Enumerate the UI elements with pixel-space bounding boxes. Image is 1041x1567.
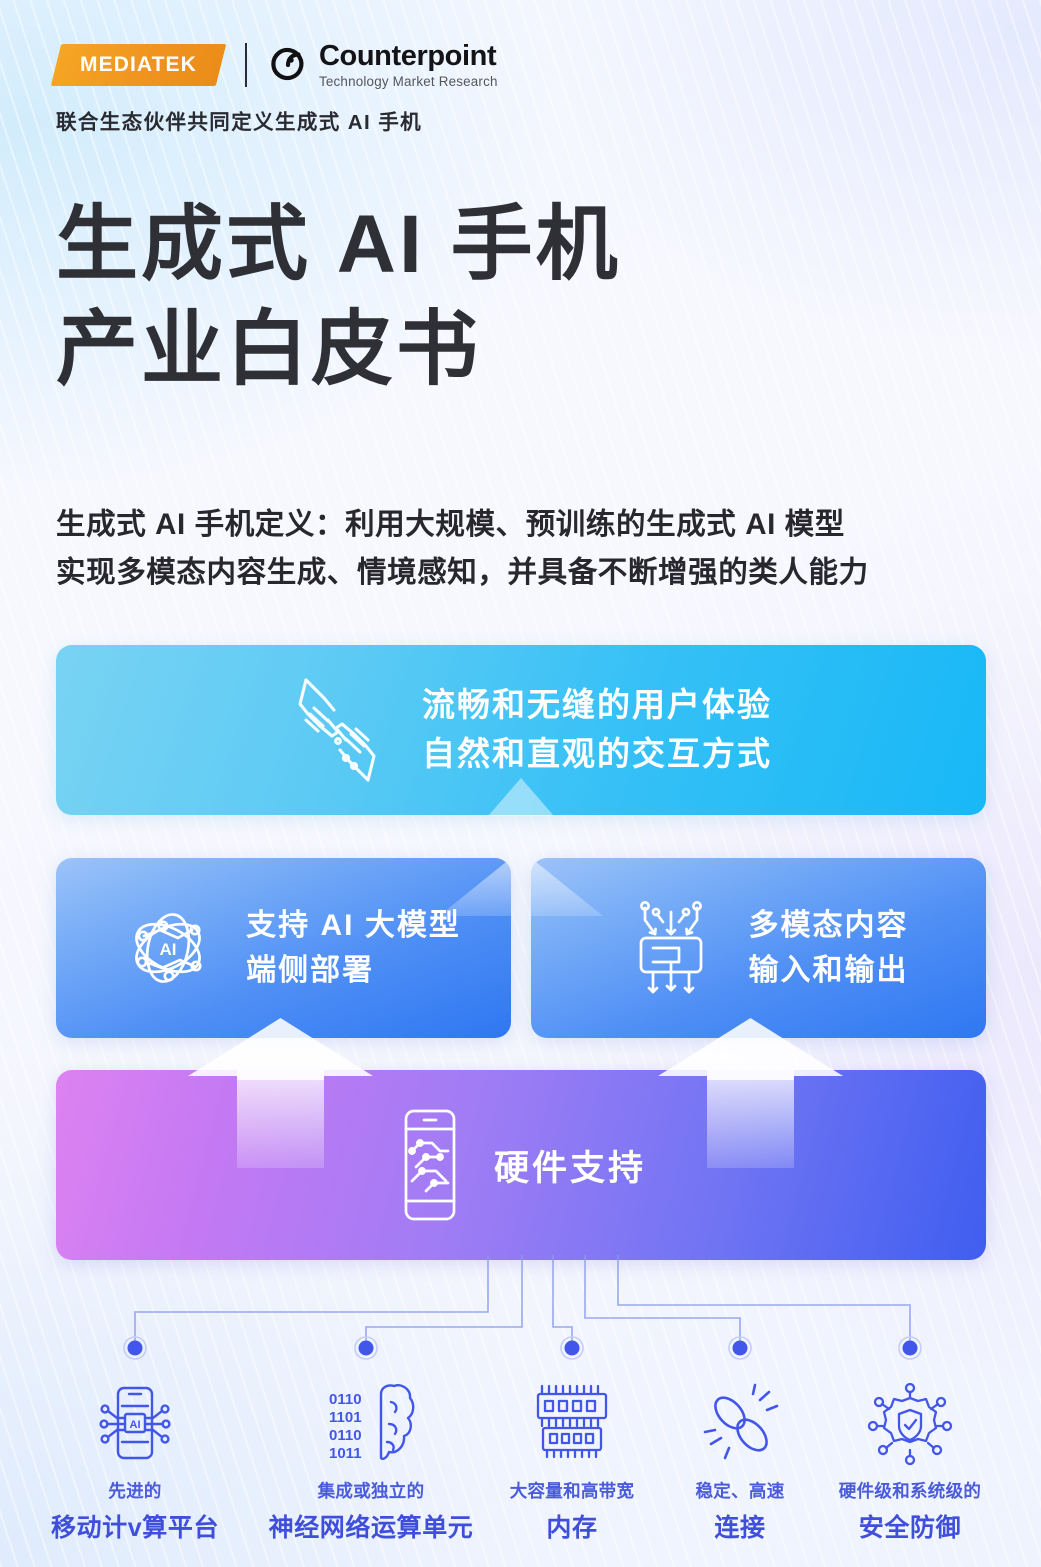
svg-text:AI: AI	[130, 1419, 141, 1431]
definition-line-1: 生成式 AI 手机定义：利用大规模、预训练的生成式 AI 模型	[56, 508, 845, 541]
svg-text:0110: 0110	[329, 1427, 362, 1444]
card-multimodal-io[interactable]: 多模态内容 输入和输出	[531, 858, 986, 1038]
infographic-page: MEDIATEK Counterpoint Technology Market …	[0, 0, 1041, 1567]
ux-line-1: 流畅和无缝的用户体验	[422, 686, 772, 724]
foundation-caption: 先进的	[108, 1481, 162, 1501]
connector-nodes	[123, 1336, 922, 1360]
logo-row: MEDIATEK Counterpoint Technology Market …	[50, 39, 498, 89]
foundation-label: 移动计v算平台	[50, 1514, 220, 1542]
foundation-item-security[interactable]: 硬件级和系统级的 安全防御	[801, 1374, 1019, 1544]
ai-atom-network-icon: AI	[120, 900, 216, 996]
definition-block: 生成式 AI 手机定义：利用大规模、预训练的生成式 AI 模型 实现多模态内容生…	[56, 501, 996, 597]
connector-tree	[123, 1255, 922, 1360]
brand-header: MEDIATEK Counterpoint Technology Market …	[50, 39, 498, 135]
foundation-caption: 硬件级和系统级的	[838, 1481, 982, 1501]
mm-line-1: 多模态内容	[748, 909, 909, 942]
card-multimodal-io-text: 多模态内容 输入和输出	[749, 903, 909, 993]
counterpoint-logo: Counterpoint Technology Market Research	[268, 39, 498, 89]
title-line-1: 生成式 AI 手机	[56, 199, 621, 290]
llm-line-2: 端侧部署	[246, 954, 375, 987]
mediatek-logo-text: MEDIATEK	[80, 53, 197, 76]
svg-text:AI: AI	[160, 940, 177, 959]
hand-touch-icon	[290, 674, 382, 786]
definition-line-2: 实现多模态内容生成、情境感知，并具备不断增强的类人能力	[56, 555, 869, 589]
phone-ai-chip-icon: AI	[30, 1374, 240, 1466]
phone-circuit-icon	[396, 1107, 464, 1223]
svg-text:1011: 1011	[329, 1445, 362, 1462]
title-line-2: 产业白皮书	[56, 303, 482, 395]
binary-brain-icon: 0110 1101 0110 1011	[261, 1374, 481, 1466]
circuit-io-icon	[623, 898, 719, 998]
counterpoint-subtitle: Technology Market Research	[319, 73, 498, 89]
mediatek-logo: MEDIATEK	[50, 44, 227, 86]
counterpoint-mark-icon	[268, 45, 308, 85]
llm-line-1: 支持 AI 大模型	[246, 909, 461, 942]
counterpoint-title: Counterpoint	[319, 39, 497, 72]
mm-line-2: 输入和输出	[748, 954, 909, 987]
foundation-item-compute-platform[interactable]: AI 先进的 移动计v算平台	[30, 1374, 240, 1544]
logo-divider	[245, 43, 247, 87]
card-on-device-llm[interactable]: AI 支持 AI 大模型 端侧部署	[56, 858, 511, 1038]
counterpoint-text: Counterpoint Technology Market Research	[319, 39, 498, 89]
page-title: 生成式 AI 手机 产业白皮书	[56, 193, 621, 403]
header-tagline: 联合生态伙伴共同定义生成式 AI 手机	[56, 111, 422, 134]
shield-gear-icon	[801, 1374, 1019, 1466]
card-user-experience-text: 流畅和无缝的用户体验 自然和直观的交互方式	[422, 681, 772, 779]
svg-text:0110: 0110	[329, 1391, 362, 1408]
ux-line-2: 自然和直观的交互方式	[422, 735, 772, 772]
foundation-label: 神经网络运算单元	[268, 1514, 474, 1542]
foundation-label: 安全防御	[858, 1514, 962, 1542]
foundation-item-npu[interactable]: 0110 1101 0110 1011 集成或独立的 神经网络运算单元	[261, 1374, 481, 1544]
foundation-caption: 集成或独立的	[317, 1481, 425, 1501]
arrow-to-ux-card	[488, 778, 554, 816]
card-hardware-support[interactable]: 硬件支持	[56, 1070, 986, 1260]
card-on-device-llm-text: 支持 AI 大模型 端侧部署	[246, 903, 461, 993]
card-hardware-support-label: 硬件支持	[493, 1148, 646, 1188]
svg-text:1101: 1101	[329, 1409, 362, 1426]
